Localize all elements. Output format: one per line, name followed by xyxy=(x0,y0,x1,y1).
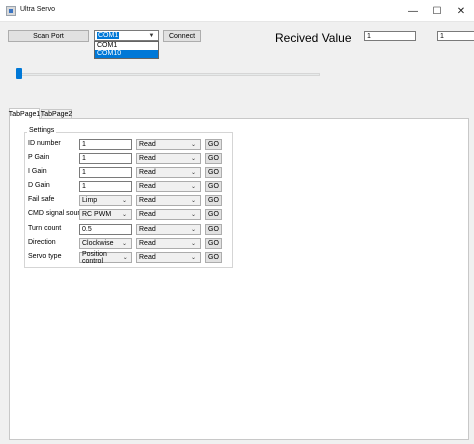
d-gain-field[interactable]: 1 xyxy=(79,181,132,192)
received-value-field-1[interactable]: 1 xyxy=(364,31,416,41)
port-selected-value: COM1 xyxy=(97,32,120,39)
d-gain-go-button[interactable]: GO xyxy=(205,181,222,192)
minimize-icon[interactable]: — xyxy=(402,0,424,22)
received-value-field-2[interactable]: 1 xyxy=(437,31,474,41)
id-number-mode-select[interactable]: Read ⌄ xyxy=(136,139,201,150)
maximize-icon[interactable]: ☐ xyxy=(426,0,448,22)
chevron-down-icon: ⌄ xyxy=(121,241,128,247)
turn-count-go-button[interactable]: GO xyxy=(205,224,222,235)
i-gain-field[interactable]: 1 xyxy=(79,167,132,178)
port-option-com1[interactable]: COM1 xyxy=(95,42,158,50)
turn-count-mode-select[interactable]: Read ⌄ xyxy=(136,224,201,235)
direction-select[interactable]: Clockwise ⌄ xyxy=(79,238,132,249)
direction-mode-select[interactable]: Read ⌄ xyxy=(136,238,201,249)
chevron-down-icon: ⌄ xyxy=(190,255,197,261)
row-label-d-gain: D Gain xyxy=(28,182,50,189)
chevron-down-icon: ⌄ xyxy=(190,184,197,190)
chevron-down-icon: ⌄ xyxy=(122,255,128,261)
turn-count-field[interactable]: 0.5 xyxy=(79,224,132,235)
connect-button[interactable]: Connect xyxy=(163,30,201,42)
row-label-p-gain: P Gain xyxy=(28,154,50,161)
p-gain-field[interactable]: 1 xyxy=(79,153,132,164)
row-label-id-number: ID number xyxy=(28,140,61,147)
app-icon xyxy=(6,6,16,16)
settings-group-title: Settings xyxy=(27,127,57,134)
p-gain-mode-select[interactable]: Read ⌄ xyxy=(136,153,201,164)
direction-go-button[interactable]: GO xyxy=(205,238,222,249)
slider-thumb[interactable] xyxy=(16,68,22,79)
p-gain-go-button[interactable]: GO xyxy=(205,153,222,164)
received-value-label: Recived Value xyxy=(275,31,352,45)
row-label-i-gain: I Gain xyxy=(28,168,47,175)
tab-page1[interactable]: TabPage1 xyxy=(9,108,40,119)
slider-track[interactable] xyxy=(16,73,320,76)
i-gain-mode-select[interactable]: Read ⌄ xyxy=(136,167,201,178)
id-number-go-button[interactable]: GO xyxy=(205,139,222,150)
window-title: Ultra Servo xyxy=(20,6,56,13)
cmd-signal-source-mode-select[interactable]: Read ⌄ xyxy=(136,209,201,220)
row-label-fail-safe: Fail safe xyxy=(28,196,55,203)
id-number-field[interactable]: 1 xyxy=(79,139,132,150)
chevron-down-icon: ⌄ xyxy=(121,198,128,204)
row-label-turn-count: Turn count xyxy=(28,225,62,232)
chevron-down-icon[interactable]: ▼ xyxy=(147,33,156,39)
chevron-down-icon: ⌄ xyxy=(190,142,197,148)
chevron-down-icon: ⌄ xyxy=(190,198,197,204)
chevron-down-icon: ⌄ xyxy=(190,227,197,233)
fail-safe-mode-select[interactable]: Read ⌄ xyxy=(136,195,201,206)
chevron-down-icon: ⌄ xyxy=(190,156,197,162)
servo-type-mode-select[interactable]: Read ⌄ xyxy=(136,252,201,263)
fail-safe-go-button[interactable]: GO xyxy=(205,195,222,206)
cmd-signal-source-select[interactable]: RC PWM ⌄ xyxy=(79,209,132,220)
chevron-down-icon: ⌄ xyxy=(190,170,197,176)
close-icon[interactable]: ✕ xyxy=(450,0,472,22)
servo-type-select[interactable]: Position control ⌄ xyxy=(79,251,132,265)
i-gain-go-button[interactable]: GO xyxy=(205,167,222,178)
port-combobox[interactable]: COM1 ▼ xyxy=(94,30,159,41)
d-gain-mode-select[interactable]: Read ⌄ xyxy=(136,181,201,192)
chevron-down-icon: ⌄ xyxy=(121,212,128,218)
cmd-signal-source-go-button[interactable]: GO xyxy=(205,209,222,220)
row-label-direction: Direction xyxy=(28,239,56,246)
port-option-com10[interactable]: COM10 xyxy=(95,50,158,58)
chevron-down-icon: ⌄ xyxy=(190,212,197,218)
fail-safe-select[interactable]: Limp ⌄ xyxy=(79,195,132,206)
chevron-down-icon: ⌄ xyxy=(190,241,197,247)
scan-port-button[interactable]: Scan Port xyxy=(8,30,89,42)
servo-type-go-button[interactable]: GO xyxy=(205,252,222,263)
row-label-servo-type: Servo type xyxy=(28,253,62,260)
port-dropdown-list: COM1 COM10 xyxy=(94,41,159,59)
